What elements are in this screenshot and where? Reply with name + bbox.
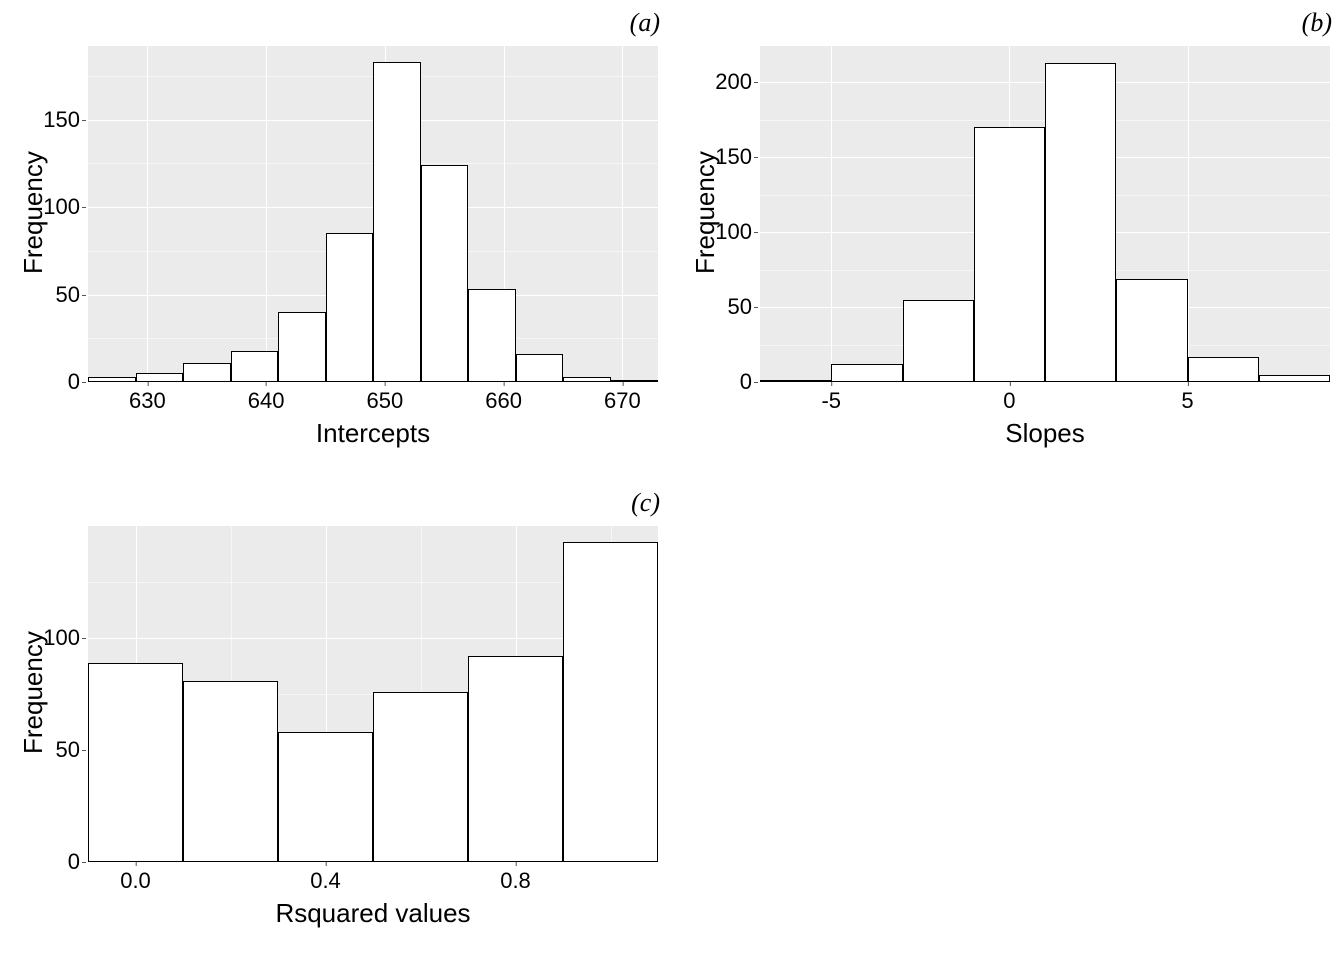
x-tick: 650 <box>367 388 404 414</box>
bar <box>136 373 184 382</box>
x-tick: 5 <box>1181 388 1193 414</box>
x-axis-label: Rsquared values <box>88 898 658 929</box>
bar <box>88 663 183 862</box>
x-tick: 670 <box>604 388 641 414</box>
x-tick: 640 <box>248 388 285 414</box>
bar <box>231 351 279 383</box>
bar <box>373 692 468 862</box>
bar <box>468 289 516 382</box>
x-tick: 0.4 <box>310 868 341 894</box>
panel-a: (a) 050100150630640650660670 Frequency Int… <box>0 0 672 480</box>
y-axis-label: Frequency <box>18 151 49 274</box>
x-tick: 660 <box>485 388 522 414</box>
x-tick: 630 <box>129 388 166 414</box>
x-tick: -5 <box>821 388 841 414</box>
bar <box>326 233 374 382</box>
panel-title-a: (a) <box>630 8 660 38</box>
y-tick: 50 <box>56 282 80 308</box>
x-tick: 0 <box>1003 388 1015 414</box>
bar <box>421 165 469 382</box>
y-tick: 0 <box>68 849 80 875</box>
chart-grid: (a) 050100150630640650660670 Frequency Int… <box>0 0 1344 960</box>
bar <box>974 127 1045 382</box>
panel-b: (b) 050100150200-505 Frequency Slopes <box>672 0 1344 480</box>
bar <box>278 732 373 862</box>
x-tick: 0.8 <box>500 868 531 894</box>
bar <box>760 380 831 382</box>
y-tick: 50 <box>56 737 80 763</box>
bar <box>611 380 659 382</box>
bar <box>1188 357 1259 383</box>
bar <box>831 364 902 382</box>
bar <box>563 377 611 382</box>
panel-title-b: (b) <box>1302 8 1332 38</box>
bar <box>183 681 278 862</box>
plot-area: 050100150630640650660670 <box>88 46 658 382</box>
bar <box>183 363 231 382</box>
bar <box>563 542 658 862</box>
bar <box>373 62 421 382</box>
y-tick: 50 <box>728 294 752 320</box>
bar <box>903 300 974 383</box>
y-tick: 0 <box>68 369 80 395</box>
bar <box>1045 63 1116 383</box>
y-tick: 150 <box>43 107 80 133</box>
bar <box>516 354 564 382</box>
bar <box>1116 279 1187 383</box>
panel-c: (c) 0501000.00.40.8 Frequency Rsquared val… <box>0 480 672 960</box>
x-tick: 0.0 <box>120 868 151 894</box>
y-axis-label: Frequency <box>18 631 49 754</box>
x-axis-label: Intercepts <box>88 418 658 449</box>
y-axis-label: Frequency <box>690 151 721 274</box>
plot-area: 050100150200-505 <box>760 46 1330 382</box>
y-tick: 200 <box>715 69 752 95</box>
y-tick: 0 <box>740 369 752 395</box>
bar <box>468 656 563 862</box>
bar <box>88 377 136 382</box>
bar <box>278 312 326 382</box>
panel-empty <box>672 480 1344 960</box>
plot-area: 0501000.00.40.8 <box>88 526 658 862</box>
panel-title-c: (c) <box>631 488 660 518</box>
bar <box>1259 375 1330 383</box>
x-axis-label: Slopes <box>760 418 1330 449</box>
